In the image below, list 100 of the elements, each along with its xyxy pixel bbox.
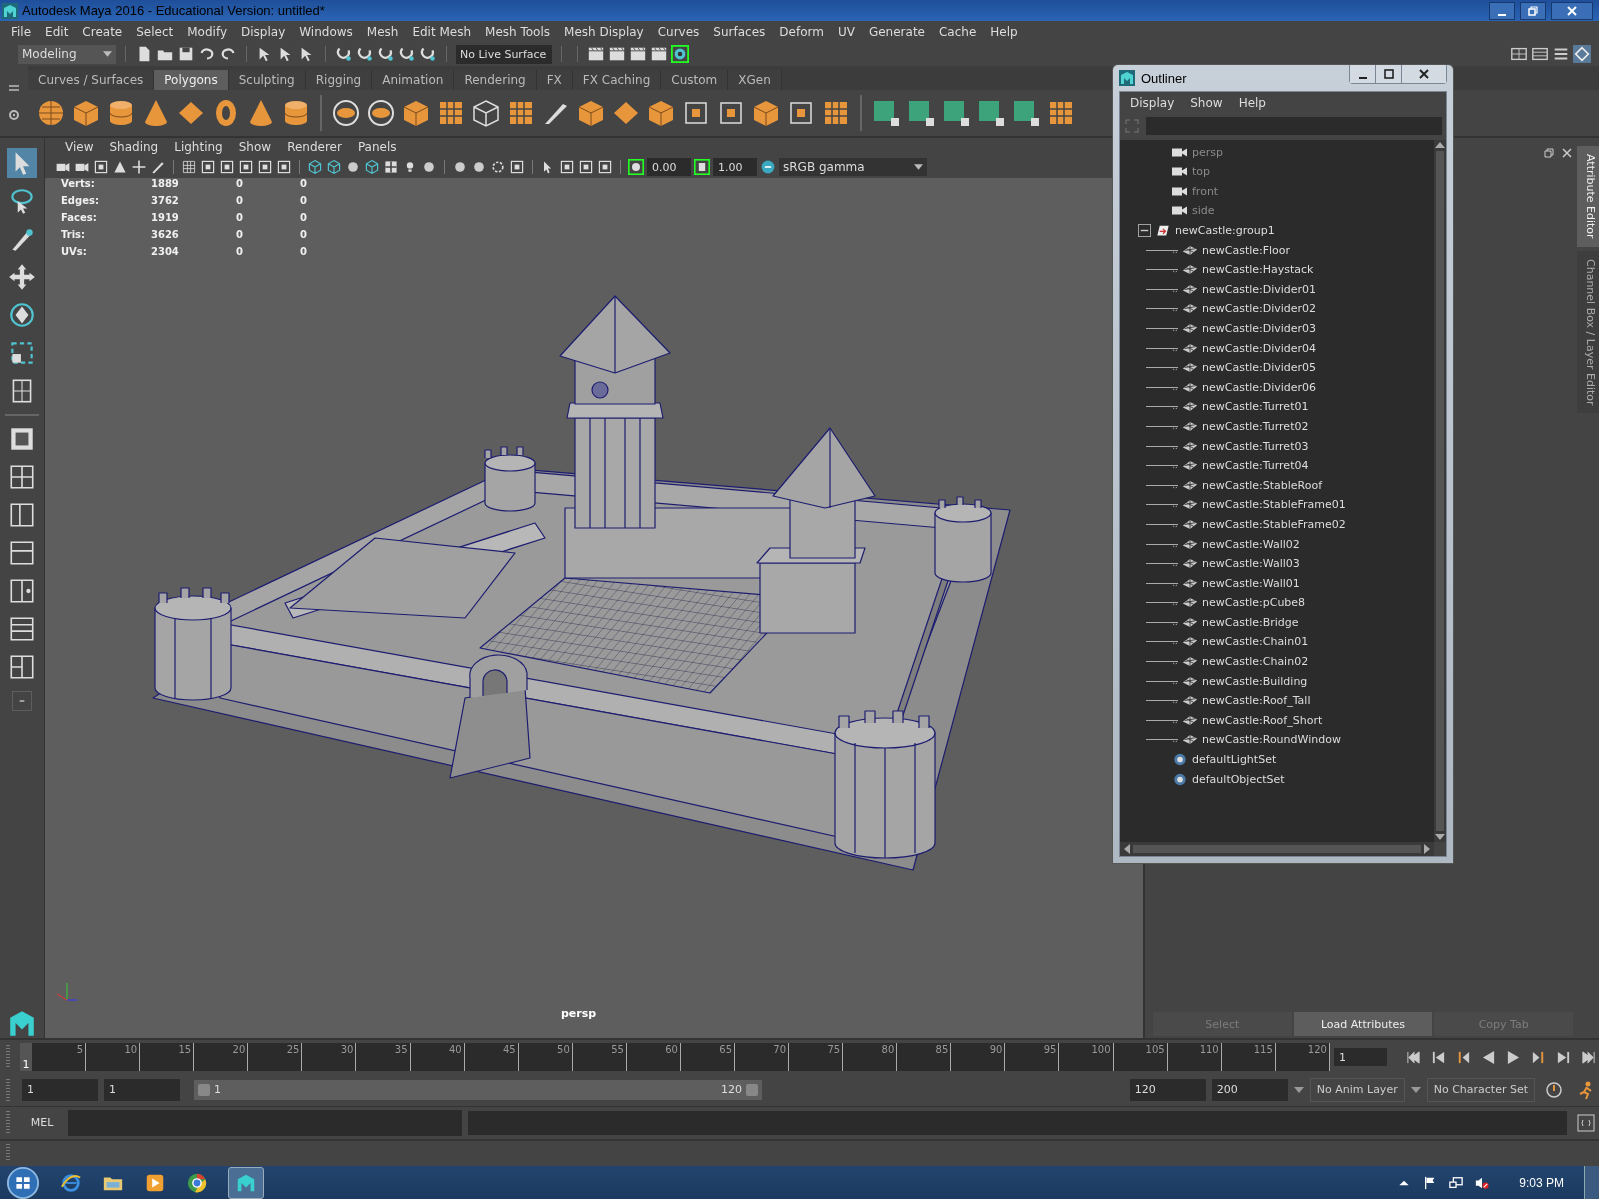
exposure-icon[interactable] <box>628 159 644 176</box>
caret-icon[interactable] <box>1293 1087 1304 1093</box>
outliner-item[interactable]: defaultLightSet <box>1192 753 1277 767</box>
outliner-item[interactable]: newCastle:Wall03 <box>1202 557 1300 571</box>
horizontal-scrollbar[interactable] <box>1120 842 1434 857</box>
outliner-item[interactable]: defaultObjectSet <box>1192 772 1285 786</box>
mode-dropdown[interactable]: Modeling <box>18 44 116 64</box>
auto-key-icon[interactable] <box>1544 1080 1564 1100</box>
outliner-item[interactable]: newCastle:Divider01 <box>1202 282 1317 296</box>
range-slider[interactable]: 1 120 <box>194 1080 762 1100</box>
maya-taskbar-button[interactable] <box>228 1166 264 1199</box>
menu-item[interactable]: Select <box>129 24 181 39</box>
menu-item[interactable]: Deform <box>772 24 831 39</box>
scrollbar[interactable] <box>1434 140 1446 843</box>
scroll-down-icon[interactable] <box>1435 834 1445 841</box>
side-tab[interactable]: Attribute Editor <box>1577 146 1599 247</box>
cube-icon[interactable] <box>71 98 101 129</box>
image-plane-icon[interactable] <box>112 159 128 176</box>
command-input-field[interactable] <box>68 1109 462 1136</box>
speaker-muted-icon[interactable] <box>1475 1175 1490 1190</box>
go-to-start-icon[interactable] <box>1406 1049 1421 1065</box>
menu-item[interactable]: Edit Mesh <box>405 24 479 39</box>
outliner-item[interactable]: persp <box>1192 145 1223 159</box>
menu-item[interactable]: Display <box>234 24 293 39</box>
outliner-item[interactable]: newCastle:Bridge <box>1202 615 1299 629</box>
start-button[interactable] <box>6 1165 40 1199</box>
browser-icon[interactable] <box>60 1171 82 1194</box>
current-time-field[interactable]: 1 <box>1334 1048 1387 1067</box>
outliner-item[interactable]: newCastle:StableRoof <box>1202 478 1323 492</box>
outliner-item[interactable]: newCastle:Chain02 <box>1202 655 1309 669</box>
search-field[interactable] <box>1146 117 1442 136</box>
panel-menu-item[interactable]: Lighting <box>166 140 231 155</box>
outliner-item[interactable]: newCastle:Divider04 <box>1202 341 1317 355</box>
scroll-up-icon[interactable] <box>1435 142 1445 149</box>
side-tab[interactable]: Channel Box / Layer Editor <box>1577 250 1599 414</box>
wireframe-on-shaded-icon[interactable] <box>364 159 380 176</box>
menu-item[interactable]: File <box>4 24 39 39</box>
snap-surface-icon[interactable] <box>419 45 437 64</box>
outliner-item[interactable]: newCastle:Chain01 <box>1202 635 1309 649</box>
outliner-item[interactable]: side <box>1192 204 1215 218</box>
panel-menu-item[interactable]: Show <box>230 140 280 155</box>
color-management-icon[interactable] <box>760 159 776 176</box>
menu-item[interactable]: Curves <box>650 24 707 39</box>
outliner-item[interactable]: newCastle:Divider05 <box>1202 361 1317 375</box>
outliner-item[interactable]: newCastle:Turret04 <box>1202 459 1309 473</box>
start-time-field[interactable]: 1 <box>22 1079 98 1101</box>
end-time-field[interactable]: 200 <box>1211 1079 1288 1101</box>
cube-outline-icon[interactable] <box>471 98 501 129</box>
show-desktop-button[interactable] <box>1584 1166 1599 1199</box>
close-button[interactable] <box>1551 1 1593 20</box>
menu-item[interactable]: Show <box>1182 96 1231 111</box>
current-frame-marker[interactable]: 1 <box>20 1043 32 1072</box>
restore-button[interactable] <box>1520 1 1546 20</box>
close-button[interactable] <box>1402 65 1446 84</box>
outliner-item[interactable]: newCastle:Haystack <box>1202 263 1314 277</box>
menu-item[interactable]: Mesh Tools <box>478 24 558 39</box>
play-icon[interactable] <box>1506 1049 1521 1065</box>
play-backward-icon[interactable] <box>1481 1049 1496 1065</box>
outliner-item[interactable]: front <box>1192 184 1219 198</box>
scroll-left-icon[interactable] <box>1124 844 1130 855</box>
panel-menu-item[interactable]: Panels <box>349 140 405 155</box>
command-language-label[interactable]: MEL <box>22 1116 62 1130</box>
outliner-item[interactable]: newCastle:Divider02 <box>1202 302 1317 316</box>
step-forward-key-icon[interactable] <box>1556 1049 1571 1065</box>
wireframe-icon[interactable] <box>307 159 323 176</box>
anim-layer-dropdown[interactable]: No Anim Layer <box>1309 1078 1405 1102</box>
outliner-item[interactable]: newCastle:Turret02 <box>1202 419 1309 433</box>
menu-item[interactable]: Modify <box>180 24 234 39</box>
snap-grid-icon[interactable] <box>335 45 353 64</box>
menu-item[interactable]: Edit <box>38 24 76 39</box>
outliner-item[interactable]: newCastle:StableFrame01 <box>1202 498 1346 512</box>
time-slider[interactable]: 1 5 10 15 20 25 30 35 40 45 50 55 60 65 70 75 80 85 90 95 100 105 110 115 120 <box>20 1043 1330 1072</box>
slider-handle[interactable] <box>746 1084 758 1096</box>
outliner-item[interactable]: newCastle:group1 <box>1175 224 1275 237</box>
slider-handle[interactable] <box>198 1084 210 1096</box>
shelf-tab[interactable]: Polygons <box>154 70 229 91</box>
panel-menu-item[interactable]: Shading <box>101 140 167 155</box>
menu-item[interactable]: Help <box>1230 96 1274 111</box>
caret-icon[interactable] <box>1410 1087 1421 1093</box>
step-forward-frame-icon[interactable] <box>1531 1049 1546 1065</box>
close-icon[interactable] <box>1561 147 1573 160</box>
collapse-icon[interactable] <box>1138 224 1151 237</box>
outliner-item[interactable]: newCastle:pCube8 <box>1202 596 1306 610</box>
minimize-button[interactable] <box>1350 65 1376 84</box>
outliner-item[interactable]: newCastle:Roof_Tall <box>1202 694 1311 708</box>
gamma-field[interactable]: 1.00 <box>713 158 757 177</box>
menu-item[interactable]: Generate <box>861 24 932 39</box>
outliner-item[interactable]: newCastle:Turret03 <box>1202 439 1309 453</box>
scroll-right-icon[interactable] <box>1424 844 1430 855</box>
menu-item[interactable]: Windows <box>292 24 360 39</box>
panel-menu-item[interactable]: View <box>57 140 102 155</box>
menu-item[interactable]: Display <box>1122 96 1183 111</box>
snap-view-icon[interactable] <box>398 45 416 64</box>
outliner-item[interactable]: newCastle:Roof_Short <box>1202 713 1323 727</box>
grid-toggle-icon[interactable] <box>181 159 197 176</box>
character-set-dropdown[interactable]: No Character Set <box>1426 1078 1535 1102</box>
outliner-item[interactable]: newCastle:Floor <box>1202 243 1291 257</box>
outliner-item[interactable]: newCastle:Divider06 <box>1202 380 1317 394</box>
exposure-field[interactable]: 0.00 <box>647 158 691 177</box>
go-to-end-icon[interactable] <box>1581 1049 1596 1065</box>
